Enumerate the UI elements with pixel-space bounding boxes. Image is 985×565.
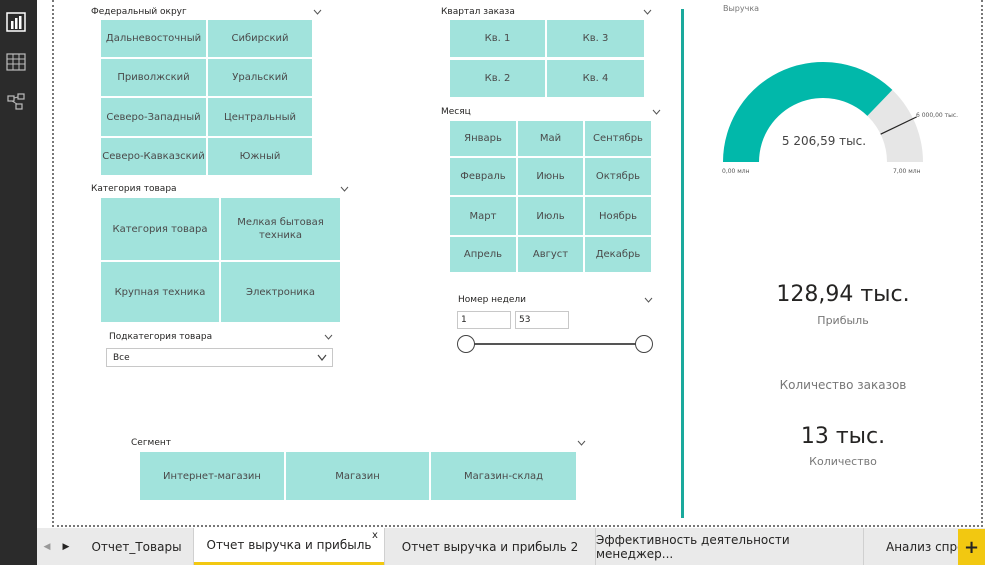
tab-otchet-tovary[interactable]: Отчет_Товары	[80, 528, 193, 565]
month-tile[interactable]: Сентябрь	[585, 121, 651, 156]
orders-card-title: Количество заказов	[779, 378, 907, 392]
profit-card-label: Прибыль	[817, 314, 869, 327]
tab-otchet-vyruchka-pribyl[interactable]: Отчет выручка и прибыль	[194, 528, 384, 565]
gauge-target-label: 6 000,00 тыс.	[916, 112, 959, 119]
subcategory-slicer-title: Подкатегория товара	[109, 332, 213, 342]
quarter-tile[interactable]: Кв. 4	[547, 60, 644, 97]
gauge-title: Выручка	[723, 4, 760, 13]
close-tab-icon[interactable]: x	[372, 530, 378, 541]
segment-tile[interactable]: Магазин	[286, 452, 429, 500]
segment-chevron-down-icon[interactable]	[577, 440, 586, 446]
month-slicer-title: Месяц	[441, 107, 471, 117]
category-tile[interactable]: Категория товара	[101, 198, 219, 260]
federal-district-tile[interactable]: Уральский	[208, 59, 312, 96]
federal-district-tile[interactable]: Северо-Западный	[101, 98, 206, 136]
relationships-view-icon[interactable]	[6, 92, 26, 112]
week-slicer-title: Номер недели	[458, 295, 526, 305]
gauge-min-label: 0,00 млн	[722, 168, 750, 175]
federal-district-tile[interactable]: Дальневосточный	[101, 20, 206, 57]
month-tile[interactable]: Февраль	[450, 158, 516, 195]
subcategory-selected-value: Все	[113, 353, 130, 363]
quarter-tile[interactable]: Кв. 2	[450, 60, 545, 97]
view-rail	[0, 0, 37, 565]
week-range-min-handle[interactable]	[457, 335, 475, 353]
week-chevron-down-icon[interactable]	[644, 297, 653, 303]
tab-otchet-vyruchka-pribyl-2[interactable]: Отчет выручка и прибыль 2	[385, 528, 595, 565]
month-tile[interactable]: Ноябрь	[585, 197, 651, 235]
month-tile[interactable]: Июль	[518, 197, 583, 235]
federal-district-tile[interactable]: Северо-Кавказский	[101, 138, 206, 175]
segment-tile[interactable]: Магазин-склад	[431, 452, 576, 500]
month-chevron-down-icon[interactable]	[652, 109, 661, 115]
federal-district-tile[interactable]: Приволжский	[101, 59, 206, 96]
category-chevron-down-icon[interactable]	[340, 186, 349, 192]
segment-tile[interactable]: Интернет-магазин	[140, 452, 284, 500]
month-tile[interactable]: Май	[518, 121, 583, 156]
week-range-track	[466, 343, 644, 345]
gauge-value-label: 5 206,59 тыс.	[781, 134, 867, 148]
section-divider	[681, 9, 684, 518]
federal-district-tile[interactable]: Центральный	[208, 98, 312, 136]
subcategory-header-chevron-icon[interactable]	[324, 334, 333, 340]
month-tile[interactable]: Апрель	[450, 237, 516, 272]
month-tile[interactable]: Март	[450, 197, 516, 235]
category-tile[interactable]: Электроника	[221, 262, 340, 322]
chevron-down-icon	[317, 354, 327, 361]
page-tab-bar: ◀ ▶ Отчет_Товары Отчет выручка и прибыль…	[37, 528, 985, 565]
report-view-icon[interactable]	[6, 12, 26, 32]
add-page-button[interactable]: +	[958, 529, 985, 565]
quarter-tile[interactable]: Кв. 3	[547, 20, 644, 57]
tabs-prev-button[interactable]: ◀	[38, 528, 56, 565]
tab-analiz-sprosa[interactable]: Анализ спро	[864, 528, 958, 565]
gauge-max-label: 7,00 млн	[893, 168, 921, 175]
month-tile[interactable]: Октябрь	[585, 158, 651, 195]
tab-effektivnost-menedzherov[interactable]: Эффективность деятельности менеджер...	[596, 528, 863, 565]
subcategory-dropdown[interactable]: Все	[106, 348, 333, 367]
week-from-input[interactable]: 1	[457, 311, 511, 329]
week-to-input[interactable]: 53	[515, 311, 569, 329]
month-tile[interactable]: Август	[518, 237, 583, 272]
category-tile[interactable]: Мелкая бытовая техника	[221, 198, 340, 260]
category-tile[interactable]: Крупная техника	[101, 262, 219, 322]
data-view-icon[interactable]	[6, 52, 26, 72]
category-slicer-title: Категория товара	[91, 184, 177, 194]
revenue-gauge	[723, 62, 923, 162]
month-tile[interactable]: Январь	[450, 121, 516, 156]
month-tile[interactable]: Декабрь	[585, 237, 651, 272]
week-range-max-handle[interactable]	[635, 335, 653, 353]
quarter-slicer-title: Квартал заказа	[441, 7, 515, 17]
quarter-chevron-down-icon[interactable]	[643, 9, 652, 15]
federal-district-chevron-down-icon[interactable]	[313, 9, 322, 15]
month-tile[interactable]: Июнь	[518, 158, 583, 195]
quarter-tile[interactable]: Кв. 1	[450, 20, 545, 57]
federal-district-tile[interactable]: Южный	[208, 138, 312, 175]
profit-card-value: 128,94 тыс.	[776, 282, 910, 307]
segment-slicer-title: Сегмент	[131, 438, 172, 448]
orders-card-label: Количество	[809, 455, 877, 468]
orders-card-value: 13 тыс.	[800, 424, 886, 449]
federal-district-slicer-title: Федеральный округ	[91, 7, 187, 17]
tabs-next-button[interactable]: ▶	[57, 528, 75, 565]
federal-district-tile[interactable]: Сибирский	[208, 20, 312, 57]
